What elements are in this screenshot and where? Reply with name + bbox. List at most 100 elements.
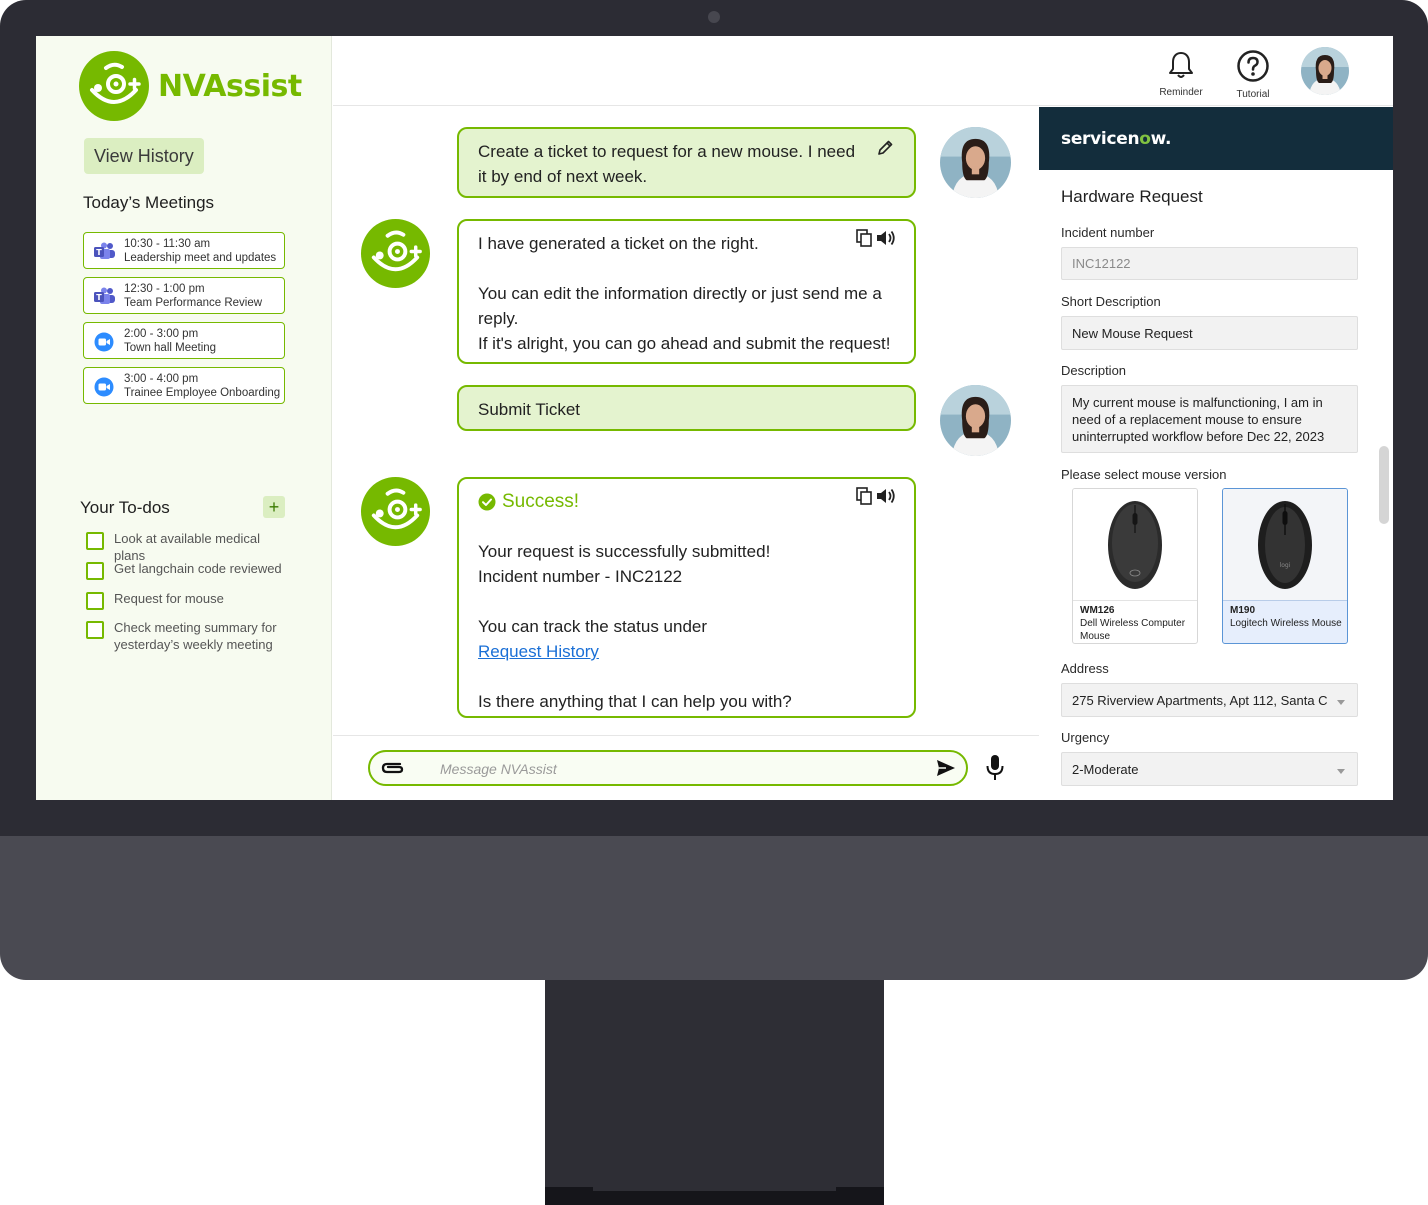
copy-icon[interactable] bbox=[856, 487, 872, 505]
servicenow-panel: servicenow. Hardware Request Incident nu… bbox=[1039, 107, 1393, 800]
todo-item: Get langchain code reviewed bbox=[86, 560, 294, 580]
meeting-time: 12:30 - 1:00 pm bbox=[124, 283, 205, 295]
user-avatar bbox=[940, 385, 1011, 456]
screen: NVAssist View History Today’s Meetings T… bbox=[36, 36, 1393, 800]
message-text: Incident number - INC2122 bbox=[478, 567, 683, 586]
brand-accent: o bbox=[1139, 129, 1151, 149]
tutorial-button[interactable]: Tutorial bbox=[1223, 50, 1283, 100]
todo-item: Look at available medical plans bbox=[86, 530, 294, 564]
todo-label: Look at available medical plans bbox=[114, 531, 260, 563]
todo-checkbox[interactable] bbox=[86, 562, 104, 580]
svg-text:logi: logi bbox=[1280, 562, 1291, 569]
message-text: Create a ticket to request for a new mou… bbox=[478, 142, 856, 186]
todo-label: Request for mouse bbox=[114, 591, 224, 606]
help-icon bbox=[1237, 50, 1269, 82]
mouse-option-dell[interactable]: WM126 Dell Wireless Computer Mouse bbox=[1072, 488, 1198, 644]
meeting-time: 2:00 - 3:00 pm bbox=[124, 328, 199, 340]
meeting-time: 3:00 - 4:00 pm bbox=[124, 373, 199, 385]
user-avatar-image bbox=[940, 127, 1011, 198]
short-description-field[interactable]: New Mouse Request bbox=[1061, 316, 1358, 350]
sidebar: NVAssist View History Today’s Meetings T… bbox=[36, 36, 332, 800]
todo-checkbox[interactable] bbox=[86, 532, 104, 550]
add-todo-button[interactable]: + bbox=[263, 496, 285, 518]
user-avatar[interactable] bbox=[1301, 47, 1349, 95]
address-value: 275 Riverview Apartments, Apt 112, Santa… bbox=[1072, 692, 1327, 708]
attach-paperclip-icon[interactable] bbox=[380, 760, 406, 776]
zoom-icon bbox=[94, 377, 114, 397]
request-history-link[interactable]: Request History bbox=[478, 642, 599, 661]
meeting-card[interactable]: 3:00 - 4:00 pm Trainee Employee Onboardi… bbox=[83, 367, 285, 404]
user-message: Create a ticket to request for a new mou… bbox=[457, 127, 916, 198]
todo-label: Get langchain code reviewed bbox=[114, 561, 282, 576]
incident-field[interactable]: INC12122 bbox=[1061, 247, 1358, 280]
success-title: Success! bbox=[502, 491, 580, 512]
todo-checkbox[interactable] bbox=[86, 621, 104, 639]
todo-item: Request for mouse bbox=[86, 590, 294, 610]
meeting-title: Team Performance Review bbox=[124, 297, 263, 309]
panel-scrollbar[interactable] bbox=[1379, 446, 1389, 524]
copy-icon[interactable] bbox=[856, 229, 872, 247]
dell-mouse-image bbox=[1108, 500, 1162, 589]
user-message: Submit Ticket bbox=[457, 385, 916, 431]
todo-checkbox[interactable] bbox=[86, 592, 104, 610]
view-history-button[interactable]: View History bbox=[84, 138, 204, 174]
form-title: Hardware Request bbox=[1061, 187, 1203, 206]
todos-title: Your To-dos bbox=[80, 498, 170, 517]
zoom-icon bbox=[94, 332, 114, 352]
chevron-down-icon bbox=[1337, 700, 1345, 705]
mouse-name: Logitech Wireless Mouse bbox=[1230, 618, 1342, 629]
user-avatar-image bbox=[940, 385, 1011, 456]
message-text: I have generated a ticket on the right. bbox=[478, 234, 759, 253]
bot-avatar-icon bbox=[360, 476, 431, 547]
servicenow-header: servicenow. bbox=[1039, 107, 1393, 170]
success-heading: Success! bbox=[478, 489, 895, 514]
speaker-icon[interactable] bbox=[876, 229, 896, 247]
meeting-title: Leadership meet and updates bbox=[124, 252, 277, 264]
logo-text: NVAssist bbox=[158, 68, 302, 104]
urgency-select[interactable]: 2-Moderate bbox=[1061, 752, 1358, 786]
send-icon[interactable] bbox=[936, 759, 956, 777]
microphone-icon[interactable] bbox=[985, 754, 1005, 782]
address-select[interactable]: 275 Riverview Apartments, Apt 112, Santa… bbox=[1061, 683, 1358, 717]
urgency-value: 2-Moderate bbox=[1072, 761, 1139, 777]
reminder-button[interactable]: Reminder bbox=[1151, 50, 1211, 98]
bot-avatar-icon bbox=[360, 218, 431, 289]
top-bar: Reminder Tutorial bbox=[333, 36, 1393, 106]
message-box bbox=[368, 750, 968, 786]
todo-item: Check meeting summary for yesterday’s we… bbox=[86, 619, 294, 653]
message-actions bbox=[856, 487, 896, 505]
mouse-name: Dell Wireless Computer Mouse bbox=[1080, 618, 1186, 642]
speaker-icon[interactable] bbox=[876, 487, 896, 505]
mouse-option-logitech[interactable]: logi M190 Logitech Wireless Mouse bbox=[1222, 488, 1348, 644]
todo-label: Check meeting summary for yesterday’s we… bbox=[114, 620, 277, 652]
nvassist-logo-icon bbox=[79, 51, 149, 121]
servicenow-logo: servicenow. bbox=[1061, 129, 1171, 149]
description-label: Description bbox=[1061, 363, 1127, 378]
urgency-label: Urgency bbox=[1061, 730, 1110, 745]
edit-pencil-icon[interactable] bbox=[876, 139, 894, 157]
message-text: You can edit the information directly or… bbox=[478, 284, 882, 328]
bell-icon bbox=[1169, 52, 1193, 78]
meeting-card[interactable]: T 10:30 - 11:30 am Leadership meet and u… bbox=[83, 232, 285, 269]
message-text: Your request is successfully submitted! bbox=[478, 542, 771, 561]
brand-text: servicen bbox=[1061, 129, 1140, 149]
mouse-image: logi bbox=[1223, 489, 1347, 601]
description-field[interactable]: My current mouse is malfunctioning, I am… bbox=[1061, 385, 1358, 453]
meeting-card[interactable]: 2:00 - 3:00 pm Town hall Meeting bbox=[83, 322, 285, 359]
address-label: Address bbox=[1061, 661, 1109, 676]
message-composer bbox=[333, 735, 1039, 800]
meeting-card[interactable]: T 12:30 - 1:00 pm Team Performance Revie… bbox=[83, 277, 285, 314]
meeting-title: Trainee Employee Onboarding bbox=[124, 387, 281, 399]
nvassist-logo: NVAssist bbox=[78, 50, 302, 122]
message-actions bbox=[856, 229, 896, 247]
message-input[interactable] bbox=[440, 758, 920, 780]
short-description-label: Short Description bbox=[1061, 294, 1161, 309]
logitech-mouse-image: logi bbox=[1258, 500, 1312, 589]
mouse-select-label: Please select mouse version bbox=[1061, 467, 1227, 482]
tutorial-label: Tutorial bbox=[1236, 89, 1270, 100]
teams-icon: T bbox=[94, 242, 115, 259]
svg-text:T: T bbox=[96, 293, 102, 302]
meeting-title: Town hall Meeting bbox=[124, 342, 217, 354]
chat-area: Create a ticket to request for a new mou… bbox=[333, 107, 1039, 735]
svg-text:T: T bbox=[96, 248, 102, 257]
